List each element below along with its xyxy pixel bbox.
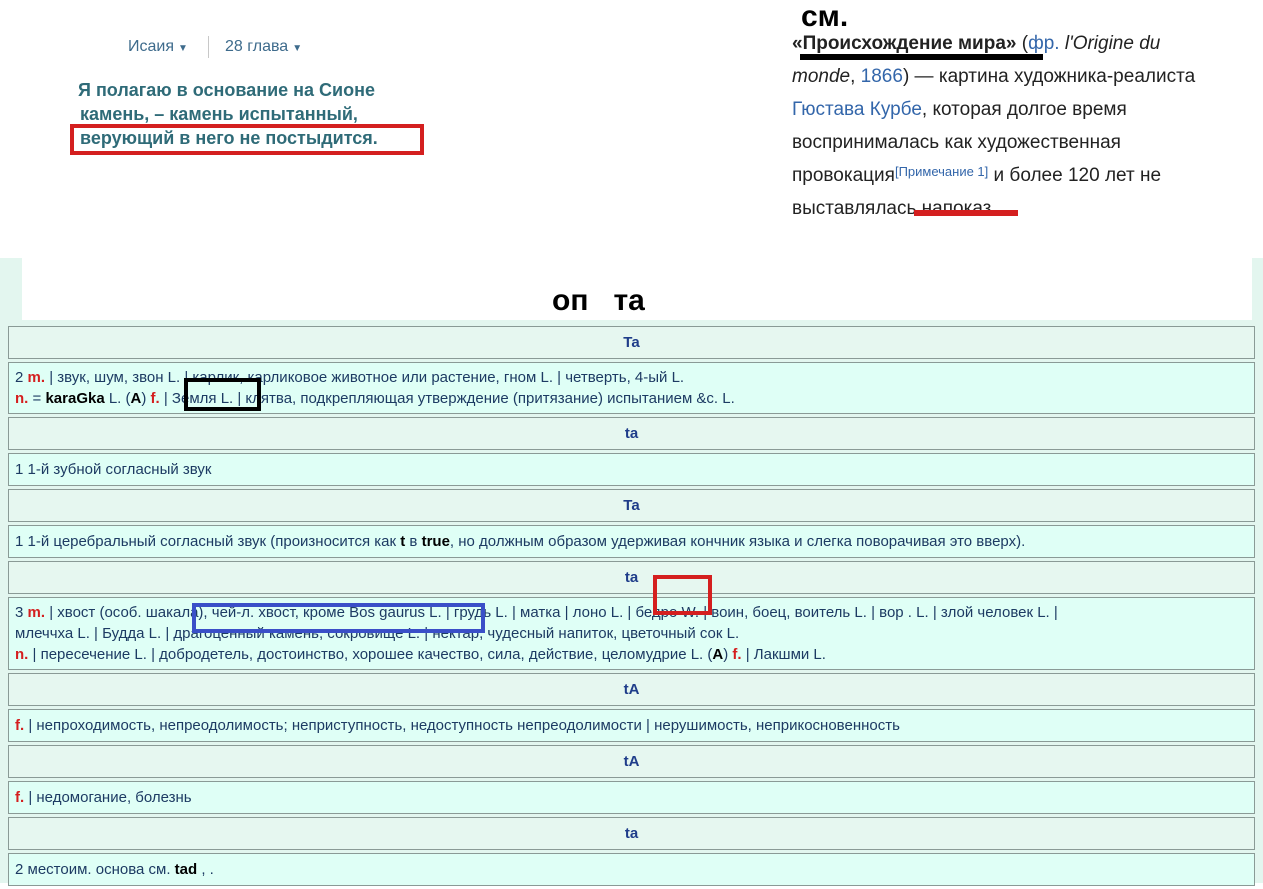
entry-definition: 1 1-й зубной согласный звук [8, 453, 1255, 486]
definition-segment: f. [15, 789, 25, 806]
entry-headword: ta [8, 417, 1255, 450]
entry-headword: tA [8, 745, 1255, 778]
link-fr[interactable]: фр. [1028, 33, 1059, 54]
entry-body-row: 2 местоим. основа см. tad , . [8, 853, 1255, 886]
entry-head-row: ta [8, 417, 1255, 450]
entry-body-row: 1 1-й зубной согласный звук [8, 453, 1255, 486]
definition-line: 1 1-й зубной согласный звук [15, 459, 1248, 480]
definition-segment: L. ( [104, 390, 131, 407]
footnote-link[interactable]: [Примечание 1] [895, 164, 988, 179]
nav-divider [208, 36, 209, 58]
definition-segment: ) [723, 646, 733, 663]
entry-body-row: f. | недомогание, болезнь [8, 781, 1255, 814]
definition-segment: | Лакшми L. [741, 646, 826, 663]
definition-segment: , . [197, 861, 214, 878]
entry-definition: f. | недомогание, болезнь [8, 781, 1255, 814]
definition-line: 1 1-й церебральный согласный звук (произ… [15, 531, 1248, 552]
entry-headword: Ta [8, 489, 1255, 522]
entry-definition: 1 1-й церебральный согласный звук (произ… [8, 525, 1255, 558]
definition-segment: 1 1-й церебральный согласный звук (произ… [15, 533, 401, 550]
chapter-selector[interactable]: 28 глава ▼ [225, 38, 302, 56]
entry-headword: tA [8, 673, 1255, 706]
definition-segment: m. [27, 604, 46, 621]
entry-head-row: Ta [8, 326, 1255, 359]
definition-segment: | недомогание, болезнь [24, 789, 192, 806]
definition-segment: f. [15, 717, 25, 734]
definition-segment: karaGka [45, 390, 105, 407]
wiki-title: «Происхождение мира» [792, 33, 1017, 54]
definition-segment: ) [141, 390, 151, 407]
chevron-down-icon: ▼ [292, 43, 303, 54]
highlight-box-black [184, 378, 261, 411]
definition-segment: A [712, 646, 724, 663]
definition-segment: tad [174, 861, 198, 878]
definition-line: n. | пересечение L. | добродетель, досто… [15, 644, 1248, 665]
entry-head-row: tA [8, 745, 1255, 778]
book-selector[interactable]: Исаия ▼ [128, 38, 188, 56]
chevron-down-icon: ▼ [178, 43, 188, 54]
op-ta-label: оп та [552, 284, 645, 317]
definition-segment: 3 [15, 604, 28, 621]
verse-line-1: Я полагаю в основание на Сионе [78, 80, 375, 100]
entry-headword: Ta [8, 326, 1255, 359]
definition-line: f. | непроходимость, непреодолимость; не… [15, 715, 1248, 736]
highlight-box-blue [192, 603, 485, 633]
entry-body-row: f. | непроходимость, непреодолимость; не… [8, 709, 1255, 742]
entry-head-row: tA [8, 673, 1255, 706]
entry-head-row: ta [8, 817, 1255, 850]
entry-definition: f. | непроходимость, непреодолимость; не… [8, 709, 1255, 742]
definition-segment: m. [27, 369, 46, 386]
highlight-box-red-2 [653, 575, 712, 615]
entry-head-row: Ta [8, 489, 1255, 522]
definition-segment: n. [15, 646, 29, 663]
definition-segment: true [421, 533, 450, 550]
definition-segment: | звук, шум, звон L. | карлик, карликово… [45, 369, 685, 386]
underline-black [800, 54, 1043, 60]
entry-head-row: ta [8, 561, 1255, 594]
book-label: Исаия [128, 38, 174, 55]
entry-definition: 2 местоим. основа см. tad , . [8, 853, 1255, 886]
definition-segment: 1 1-й зубной согласный звук [15, 461, 212, 478]
link-year[interactable]: 1866 [861, 66, 903, 87]
underline-red [914, 210, 1018, 216]
definition-line: 2 местоим. основа см. tad , . [15, 859, 1248, 880]
definition-segment: = [28, 390, 46, 407]
definition-line: f. | недомогание, болезнь [15, 787, 1248, 808]
link-artist[interactable]: Гюстава Курбе [792, 99, 922, 120]
highlight-box-red [70, 124, 424, 155]
entry-headword: ta [8, 817, 1255, 850]
definition-segment: , но должным образом удерживая кончник я… [449, 533, 1026, 550]
entry-headword: ta [8, 561, 1255, 594]
definition-segment: n. [15, 390, 29, 407]
entry-body-row: 1 1-й церебральный согласный звук (произ… [8, 525, 1255, 558]
verse-line-2: камень, – камень испытанный, [80, 104, 358, 124]
definition-segment: 2 местоим. основа см. [15, 861, 175, 878]
definition-segment: 2 [15, 369, 28, 386]
chapter-label: 28 глава [225, 38, 289, 55]
definition-segment: f. [732, 646, 742, 663]
definition-segment: | пересечение L. | добродетель, достоинс… [28, 646, 713, 663]
definition-segment: f. [150, 390, 160, 407]
definition-segment: в [405, 533, 422, 550]
definition-segment: A [130, 390, 142, 407]
definition-segment: | непроходимость, непреодолимость; непри… [24, 717, 900, 734]
